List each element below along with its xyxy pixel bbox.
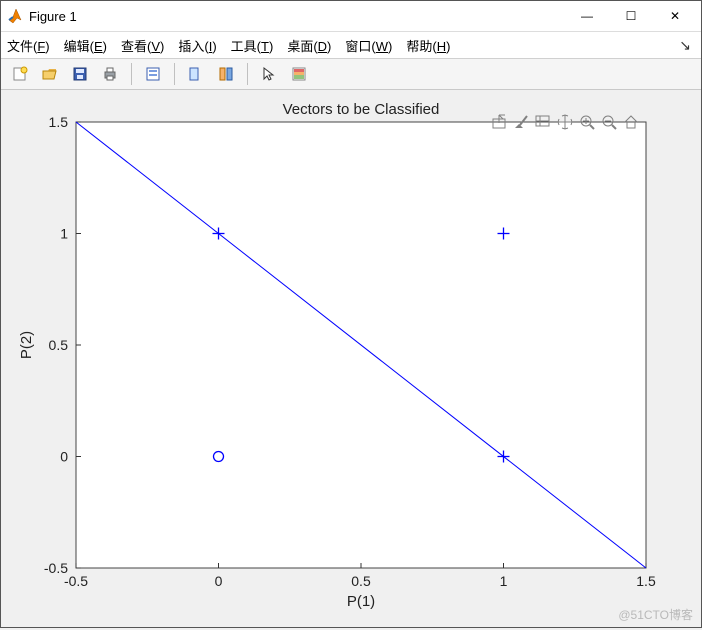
color-bar-icon[interactable] <box>286 61 312 87</box>
axes[interactable]: -0.500.511.5-0.500.511.5P(1)P(2)Vectors … <box>1 90 701 630</box>
open-icon[interactable] <box>37 61 63 87</box>
window-title: Figure 1 <box>29 9 77 24</box>
matlab-icon <box>7 8 23 24</box>
title-bar: Figure 1 — ☐ ✕ <box>1 1 701 32</box>
menu-file[interactable]: 文件(F) <box>7 36 50 55</box>
ytick-label: 0.5 <box>49 337 69 353</box>
xtick-label: 1.5 <box>636 573 656 589</box>
xtick-label: 0 <box>215 573 223 589</box>
print-icon[interactable] <box>97 61 123 87</box>
menu-view[interactable]: 查看(V) <box>121 36 164 55</box>
ytick-label: -0.5 <box>44 560 68 576</box>
new-figure-icon[interactable] <box>7 61 33 87</box>
ytick-label: 0 <box>60 449 68 465</box>
link-plot-icon[interactable] <box>213 61 239 87</box>
menu-bar: 文件(F) 编辑(E) 查看(V) 插入(I) 工具(T) 桌面(D) 窗口(W… <box>1 32 701 59</box>
figure-window: Figure 1 — ☐ ✕ 文件(F) 编辑(E) 查看(V) 插入(I) 工… <box>0 0 702 628</box>
figure-canvas-area: -0.500.511.5-0.500.511.5P(1)P(2)Vectors … <box>1 90 701 627</box>
xtick-label: 0.5 <box>351 573 371 589</box>
minimize-button[interactable]: — <box>565 2 609 30</box>
pointer-icon[interactable] <box>256 61 282 87</box>
menu-tools[interactable]: 工具(T) <box>231 36 274 55</box>
data-cursor-icon[interactable] <box>183 61 209 87</box>
figure-toolbar <box>1 59 701 90</box>
ytick-label: 1 <box>60 226 68 242</box>
y-axis-label: P(2) <box>18 331 35 359</box>
print-preview-icon[interactable] <box>140 61 166 87</box>
dock-figure-icon[interactable]: ↘ <box>679 37 695 54</box>
maximize-button[interactable]: ☐ <box>609 2 653 30</box>
menu-help[interactable]: 帮助(H) <box>406 36 450 55</box>
menu-window[interactable]: 窗口(W) <box>345 36 392 55</box>
save-icon[interactable] <box>67 61 93 87</box>
x-axis-label: P(1) <box>347 593 375 610</box>
menu-desktop[interactable]: 桌面(D) <box>287 36 331 55</box>
menu-edit[interactable]: 编辑(E) <box>64 36 107 55</box>
chart-title: Vectors to be Classified <box>283 101 440 118</box>
close-button[interactable]: ✕ <box>653 2 697 30</box>
menu-insert[interactable]: 插入(I) <box>178 36 216 55</box>
xtick-label: 1 <box>500 573 508 589</box>
ytick-label: 1.5 <box>49 114 69 130</box>
